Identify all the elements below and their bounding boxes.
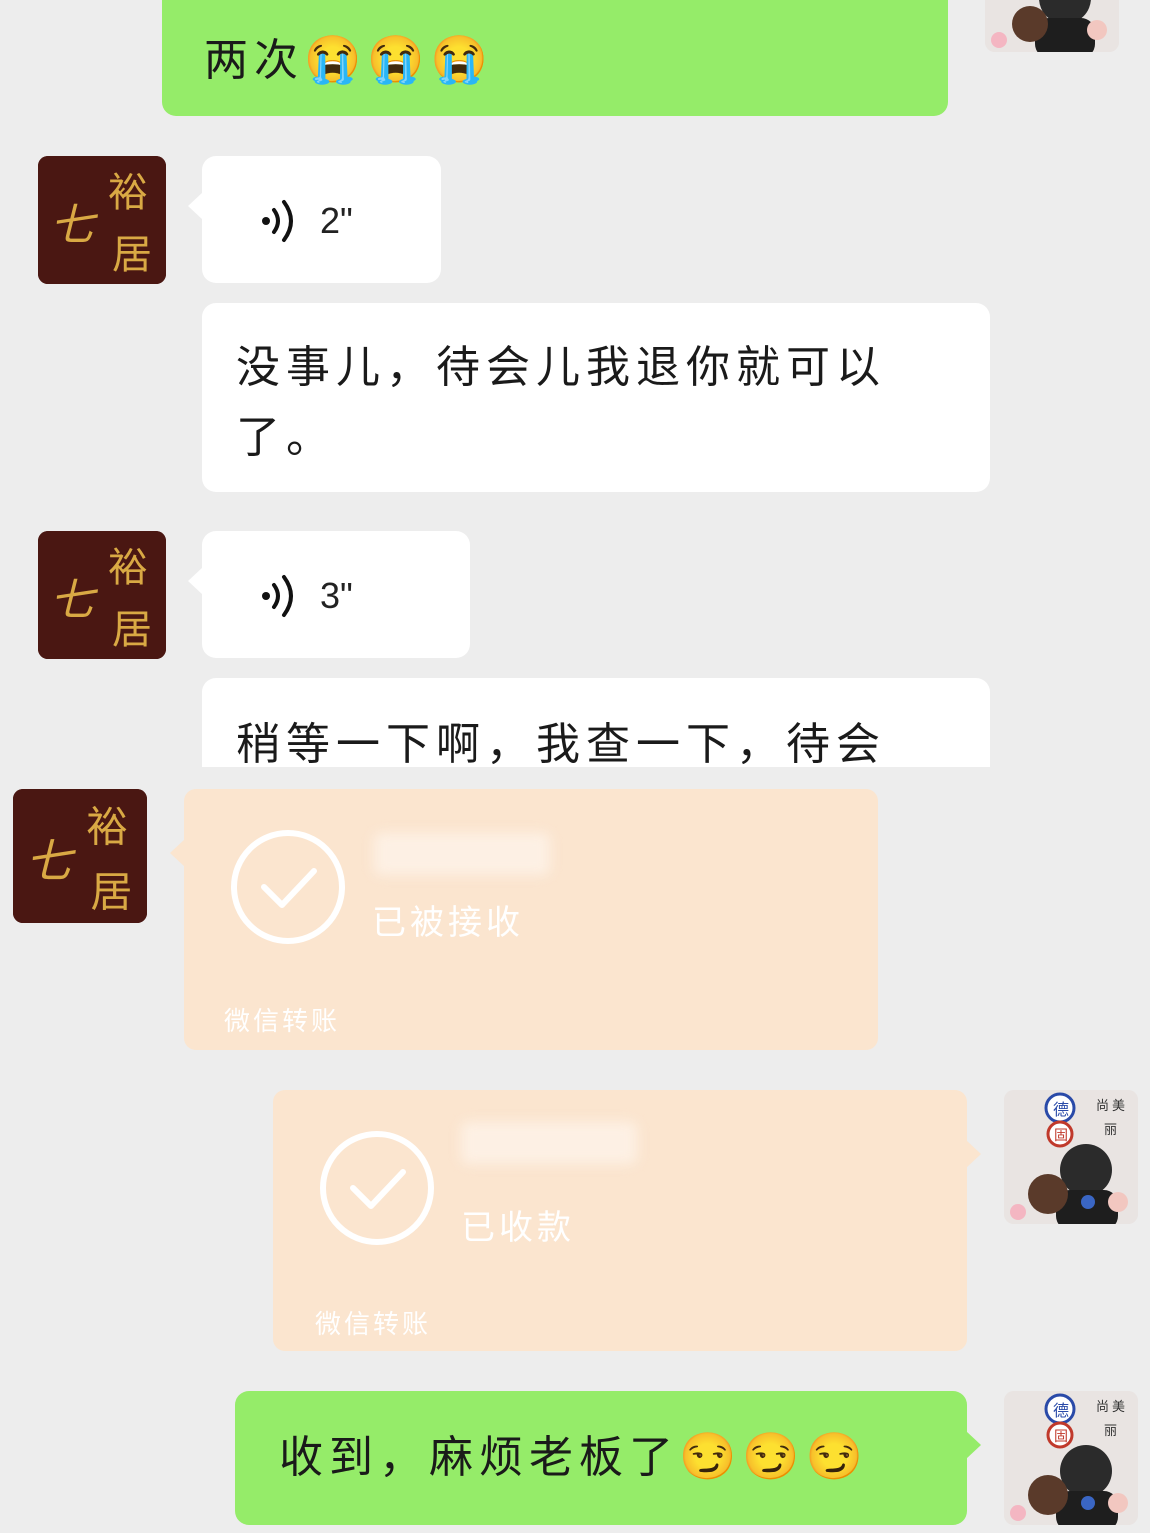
calligraphy-avatar-image: 七 裕 居: [13, 789, 147, 923]
badge-char: 尚: [1096, 1400, 1109, 1415]
merchant-avatar[interactable]: 七 裕 居: [38, 156, 166, 284]
crying-emoji-icon: 😭: [430, 32, 494, 86]
calligraphy-char: 居: [90, 867, 132, 916]
badge-char: 德: [1053, 1401, 1069, 1420]
message-text: 收到，麻烦老板了: [279, 1432, 679, 1483]
couple-avatar-image: 德 固 尚 美 丽: [1004, 1090, 1138, 1224]
badge-char: 丽: [1104, 1123, 1117, 1138]
merchant-avatar[interactable]: 七 裕 居: [13, 789, 147, 923]
my-avatar[interactable]: 德 固 尚 美 丽: [1004, 1090, 1138, 1224]
badge-char: 固: [1054, 1128, 1068, 1144]
check-circle-icon: [320, 1131, 434, 1245]
badge-char: 丽: [1104, 1424, 1117, 1439]
transfer-footer: 微信转账: [224, 1007, 341, 1037]
message-text: 没事儿，待会儿我退你就可以: [236, 342, 886, 393]
smirk-emoji-icon: 😏: [679, 1429, 743, 1483]
calligraphy-char: 七: [50, 200, 98, 251]
badge-char: 尚: [1096, 1099, 1109, 1114]
calligraphy-char: 裕: [108, 170, 148, 216]
calligraphy-avatar-image: 七 裕 居: [38, 531, 166, 659]
transfer-status: 已收款: [461, 1208, 575, 1248]
voice-wave-icon: [262, 200, 293, 242]
merchant-avatar[interactable]: 七 裕 居: [38, 531, 166, 659]
message-text-line2-label: 两次: [204, 35, 304, 86]
smirk-emoji-icon: 😏: [805, 1429, 869, 1483]
message-text-line2: 两次😭😭😭: [204, 22, 494, 100]
voice-message-bubble[interactable]: 3": [188, 531, 470, 658]
smirk-emoji-icon: 😏: [742, 1429, 806, 1483]
blurred-amount: [461, 1122, 637, 1164]
message-text: 稍等一下啊，我查一下，待会: [236, 719, 886, 767]
outgoing-message-bubble[interactable]: 收到，麻烦老板了😏😏😏: [235, 1391, 981, 1525]
crying-emoji-icon: 😭: [304, 32, 368, 86]
transfer-card[interactable]: 已收款 微信转账: [273, 1090, 981, 1351]
calligraphy-char: 裕: [86, 802, 128, 851]
outgoing-message-bubble[interactable]: 老板，我才发现扫了上下付了 两次😭😭😭: [162, 0, 948, 116]
voice-duration: 2": [320, 200, 353, 241]
couple-avatar-image: [985, 0, 1119, 52]
badge-char: 德: [1053, 1100, 1069, 1119]
transfer-status: 已被接收: [372, 903, 524, 943]
crying-emoji-icon: 😭: [367, 32, 431, 86]
incoming-message-bubble[interactable]: 没事儿，待会儿我退你就可以 了。: [202, 303, 990, 492]
my-avatar[interactable]: 德 固 尚 美 丽: [1004, 1391, 1138, 1525]
voice-duration: 3": [320, 575, 353, 616]
calligraphy-char: 七: [50, 575, 98, 626]
blurred-amount: [374, 833, 550, 875]
badge-char: 美: [1112, 1400, 1125, 1415]
transfer-footer: 微信转账: [315, 1310, 432, 1340]
voice-message-bubble[interactable]: 2": [188, 156, 441, 283]
check-circle-icon: [231, 830, 345, 944]
calligraphy-char: 居: [112, 607, 152, 653]
calligraphy-avatar-image: 七 裕 居: [38, 156, 166, 284]
incoming-message-bubble[interactable]: 稍等一下啊，我查一下，待会: [202, 678, 990, 767]
voice-wave-icon: [262, 575, 293, 617]
transfer-card[interactable]: 已被接收 微信转账: [170, 789, 878, 1050]
my-avatar[interactable]: [985, 0, 1119, 52]
couple-avatar-image: 德 固 尚 美 丽: [1004, 1391, 1138, 1525]
message-text-line: 收到，麻烦老板了😏😏😏: [279, 1419, 869, 1497]
calligraphy-char: 七: [26, 834, 77, 888]
badge-char: 固: [1054, 1429, 1068, 1445]
message-text: 老板，我才发现扫了上下付了: [204, 0, 854, 16]
badge-char: 美: [1112, 1099, 1125, 1114]
calligraphy-char: 居: [112, 232, 152, 278]
message-text-line2: 了。: [236, 412, 336, 463]
calligraphy-char: 裕: [108, 545, 148, 591]
